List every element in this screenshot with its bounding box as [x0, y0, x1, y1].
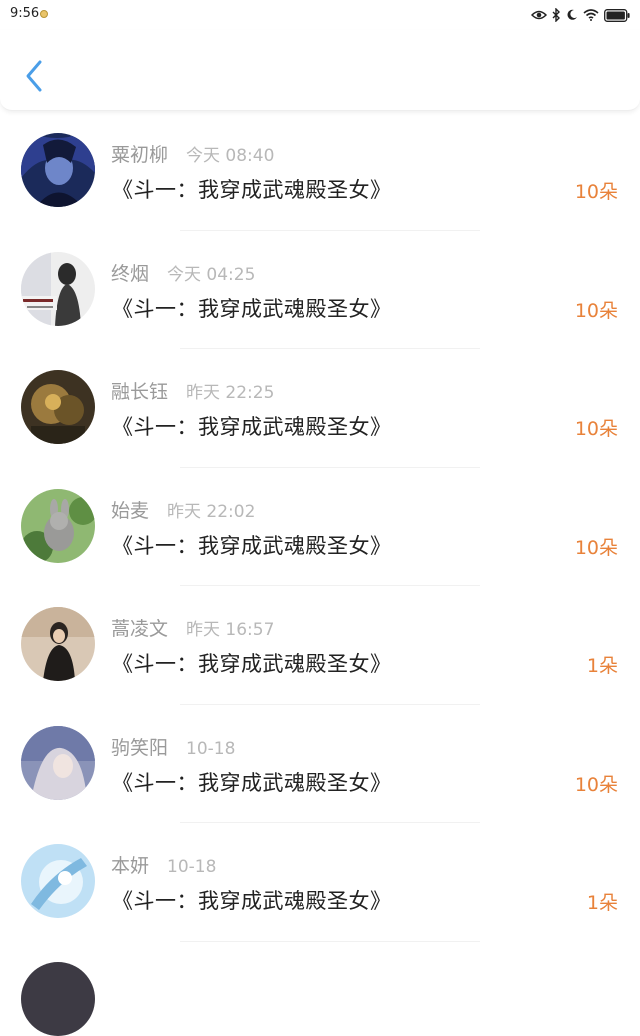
status-bar: 9:56: [0, 0, 640, 30]
back-button[interactable]: [18, 56, 50, 96]
gift-time: 今天 04:25: [167, 264, 256, 285]
bluetooth-icon: [552, 8, 560, 22]
gift-list: 粟初柳 今天 08:40 《斗一：我穿成武魂殿圣女》 10朵 终烟 今天 04:…: [0, 112, 640, 942]
name-line: 终烟 今天 04:25: [111, 259, 256, 286]
notification-dot-icon: [40, 10, 48, 18]
list-item[interactable]: 始麦 昨天 22:02 《斗一：我穿成武魂殿圣女》 10朵: [0, 468, 640, 586]
status-icons: [531, 6, 630, 24]
name-line: 始麦 昨天 22:02: [111, 496, 256, 523]
flower-count: 10朵: [574, 536, 618, 559]
avatar[interactable]: [21, 962, 95, 1036]
eye-icon: [531, 10, 547, 20]
flower-count: 10朵: [574, 418, 618, 440]
book-title[interactable]: 《斗一：我穿成武魂殿圣女》: [112, 648, 392, 678]
user-name[interactable]: 蒿凌文: [111, 614, 168, 641]
gift-time: 昨天 16:57: [186, 620, 275, 640]
gift-time: 10-18: [186, 738, 236, 759]
wifi-icon: [583, 9, 599, 21]
name-line: 本妍 10-18: [111, 851, 217, 878]
avatar[interactable]: [21, 844, 95, 918]
status-time: 9:56: [10, 6, 40, 21]
list-item[interactable]: 蒿凌文 昨天 16:57 《斗一：我穿成武魂殿圣女》 1朵: [0, 586, 640, 705]
list-item[interactable]: 融长钰 昨天 22:25 《斗一：我穿成武魂殿圣女》 10朵: [0, 349, 640, 468]
name-line: 驹笑阳 10-18: [111, 733, 236, 760]
avatar[interactable]: [21, 251, 95, 326]
avatar[interactable]: [21, 133, 95, 207]
list-item[interactable]: [0, 941, 640, 1036]
name-line: 融长钰 昨天 22:25: [111, 377, 275, 404]
user-name[interactable]: 终烟: [111, 259, 149, 286]
list-item[interactable]: 驹笑阳 10-18 《斗一：我穿成武魂殿圣女》 10朵: [0, 705, 640, 823]
user-name[interactable]: 融长钰: [111, 377, 168, 404]
list-item[interactable]: 终烟 今天 04:25 《斗一：我穿成武魂殿圣女》 10朵: [0, 231, 640, 349]
name-line: 粟初柳 今天 08:40: [111, 140, 275, 167]
user-name[interactable]: 始麦: [111, 496, 149, 523]
list-item[interactable]: 本妍 10-18 《斗一：我穿成武魂殿圣女》 1朵: [0, 823, 640, 942]
avatar[interactable]: [21, 725, 95, 800]
flower-count: 1朵: [586, 892, 618, 914]
user-name[interactable]: 粟初柳: [111, 140, 168, 167]
book-title[interactable]: 《斗一：我穿成武魂殿圣女》: [112, 174, 392, 204]
flower-count: 10朵: [574, 299, 618, 322]
gift-time: 昨天 22:25: [186, 383, 275, 403]
avatar[interactable]: [21, 488, 95, 563]
flower-count: 10朵: [574, 181, 618, 203]
book-title[interactable]: 《斗一：我穿成武魂殿圣女》: [112, 885, 392, 915]
book-title[interactable]: 《斗一：我穿成武魂殿圣女》: [112, 530, 392, 560]
book-title[interactable]: 《斗一：我穿成武魂殿圣女》: [112, 411, 392, 441]
gift-time: 10-18: [167, 857, 217, 877]
name-line: 蒿凌文 昨天 16:57: [111, 614, 275, 641]
book-title[interactable]: 《斗一：我穿成武魂殿圣女》: [112, 293, 392, 323]
book-title[interactable]: 《斗一：我穿成武魂殿圣女》: [112, 767, 392, 797]
list-item[interactable]: 粟初柳 今天 08:40 《斗一：我穿成武魂殿圣女》 10朵: [0, 112, 640, 231]
avatar[interactable]: [21, 370, 95, 444]
flower-count: 1朵: [586, 655, 618, 677]
chevron-left-icon: [26, 60, 42, 92]
user-name[interactable]: 本妍: [111, 851, 149, 878]
gift-time: 今天 08:40: [186, 146, 275, 166]
header-bar: [0, 30, 640, 111]
flower-count: 10朵: [574, 773, 618, 796]
avatar[interactable]: [21, 607, 95, 681]
moon-icon: [567, 9, 577, 20]
battery-icon: [604, 8, 630, 22]
user-name[interactable]: 驹笑阳: [111, 733, 168, 760]
gift-time: 昨天 22:02: [167, 501, 256, 522]
